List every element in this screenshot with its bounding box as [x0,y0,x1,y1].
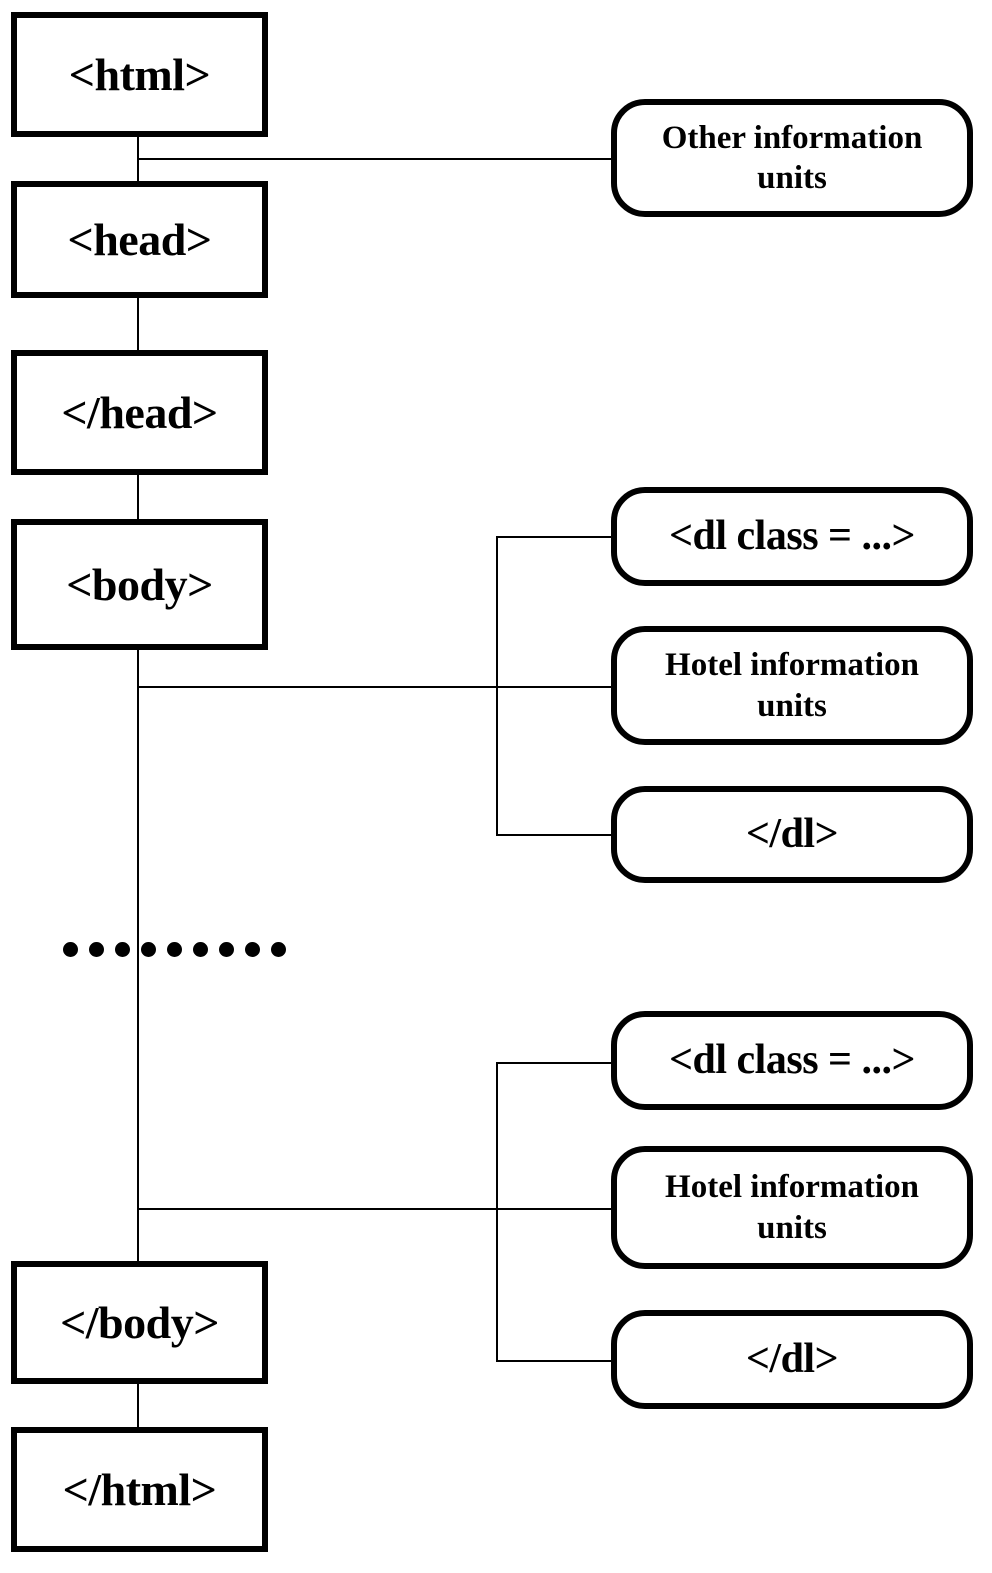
node-label: <head> [67,213,212,265]
node-other-information-units: Other information units [611,99,973,217]
ellipsis-dots [63,942,286,957]
node-body-close: </body> [11,1261,268,1384]
bus-stub-group1-hotel [496,686,615,688]
node-body-open: <body> [11,519,268,650]
ellipsis-dot [219,942,234,957]
branch-line-body-to-group1 [137,686,497,688]
node-label: Hotel information units [665,1169,919,1246]
node-label: Hotel information units [665,647,919,724]
ellipsis-dot [89,942,104,957]
node-head-open: <head> [11,181,268,298]
ellipsis-dot [245,942,260,957]
node-label: Other information units [661,119,923,196]
branch-line-other-information [137,158,615,160]
bus-stub-group2-hotel [496,1208,615,1210]
node-hotel-information-units-2: Hotel information units [611,1146,973,1269]
node-head-close: </head> [11,350,268,475]
node-label: <dl class = ...> [669,512,915,559]
bus-stub-group1-dl-open [496,536,615,538]
node-dl-open-2: <dl class = ...> [611,1011,973,1110]
node-html-open: <html> [11,12,268,137]
ellipsis-dot [141,942,156,957]
ellipsis-dot [271,942,286,957]
node-label: </head> [61,386,218,438]
ellipsis-dot [167,942,182,957]
node-label: <html> [68,48,211,100]
node-dl-open-1: <dl class = ...> [611,487,973,586]
trunk-line-head-to-headclose [137,296,139,350]
bus-stub-group2-dl-open [496,1062,615,1064]
node-label: </dl> [745,1335,839,1382]
bus-stub-group2-dl-close [496,1360,615,1362]
node-label: <body> [66,558,213,610]
ellipsis-dot [63,942,78,957]
bus-stub-group1-dl-close [496,834,615,836]
branch-line-body-to-group2 [137,1208,497,1210]
node-label: </html> [62,1463,217,1515]
node-dl-close-2: </dl> [611,1310,973,1409]
ellipsis-dot [115,942,130,957]
bus-line-group2 [496,1062,498,1361]
node-dl-close-1: </dl> [611,786,973,883]
ellipsis-dot [193,942,208,957]
node-hotel-information-units-1: Hotel information units [611,626,973,745]
trunk-line-headclose-to-body [137,474,139,520]
node-label: </dl> [745,810,839,857]
trunk-line-bodyclose-to-htmlclose [137,1382,139,1428]
html-structure-diagram: <html> <head> </head> <body> </body> </h… [0,0,992,1573]
node-html-close: </html> [11,1427,268,1552]
node-label: </body> [60,1296,219,1348]
node-label: <dl class = ...> [669,1036,915,1083]
